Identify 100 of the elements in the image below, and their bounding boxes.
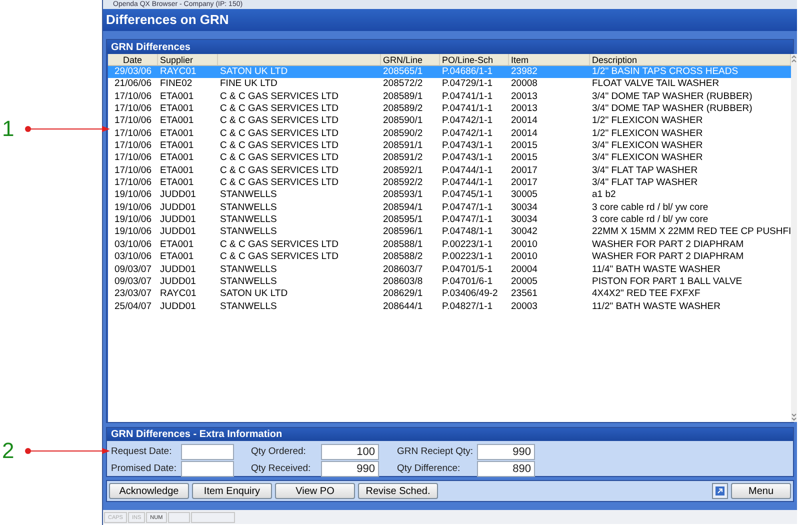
- table-cell-text: 208629/1: [382, 288, 424, 301]
- table-cell-text: 3/4" FLEXICON WASHER: [591, 152, 704, 165]
- scrollbar[interactable]: [791, 54, 798, 422]
- table-cell-text: 20013: [510, 103, 538, 116]
- table-cell-text: P.04743/1-1: [441, 140, 494, 152]
- table-row[interactable]: 19/10/06 JUDD01 STANWELLS 208595/1 P.04747/1-1 30034 3 core cable rd / bl/ yw core: [108, 214, 792, 226]
- table-cell-text: 19/10/06: [114, 189, 152, 202]
- table-row[interactable]: 17/10/06 ETA001 C & C GAS SERVICES LTD 208591/1 P.04743/1-1 20015 3/4" FLEXICON WASHER: [108, 140, 792, 152]
- table-cell-text: WASHER FOR PART 2 DIAPHRAM: [591, 238, 745, 252]
- table-row[interactable]: 19/10/06 JUDD01 STANWELLS 208596/1 P.04748/1-1 30042 22MM X 15MM X 22MM RED TEE CP PUSHFI: [108, 226, 792, 239]
- table-cell-text: 3/4" FLAT TAP WASHER: [591, 164, 699, 178]
- table-row[interactable]: 23/03/07 RAYC01 SATON UK LTD 208629/1 P.03406/49-2 23561 4X4X2" RED TEE FXFXF: [108, 288, 792, 301]
- field-label: Promised Date:: [111, 462, 178, 476]
- table-row[interactable]: 17/10/06 ETA001 C & C GAS SERVICES LTD 208592/1 P.04744/1-1 20017 3/4" FLAT TAP WASHER: [108, 164, 792, 178]
- table-cell-text: 1/2" BASIN TAPS CROSS HEADS: [591, 66, 740, 78]
- table-cell-text: ETA001: [159, 103, 195, 116]
- table-cell-text: P.04742/1-1: [441, 115, 494, 128]
- table-cell-text: 4X4X2" RED TEE FXFXF: [591, 288, 702, 301]
- table-row[interactable]: 21/06/06 FINE02 FINE UK LTD 208572/2 P.04729/1-1 20008 FLOAT VALVE TAIL WASHER: [108, 78, 792, 91]
- table-cell-text: 3/4" FLAT TAP WASHER: [591, 177, 699, 190]
- table-cell-text: 208592/2: [382, 177, 424, 190]
- table-cell-text: P.04741/1-1: [441, 90, 494, 104]
- table-row[interactable]: 17/10/06 ETA001 C & C GAS SERVICES LTD 208590/1 P.04742/1-1 20014 1/2" FLEXICON WASHER: [108, 115, 792, 128]
- table-row[interactable]: 03/10/06 ETA001 C & C GAS SERVICES LTD 208588/1 P.00223/1-1 20010 WASHER FOR PART 2 DIAPHRAM: [108, 238, 792, 252]
- table-cell-text: C & C GAS SERVICES LTD: [219, 152, 340, 165]
- action-button[interactable]: View PO: [275, 483, 355, 499]
- table-cell-text: PISTON FOR PART 1 BALL VALVE: [591, 276, 744, 288]
- input-field[interactable]: 890: [477, 461, 535, 477]
- table-cell-text: P.04743/1-1: [441, 152, 494, 165]
- action-button[interactable]: Acknowledge: [109, 483, 189, 499]
- input-field[interactable]: [181, 461, 234, 477]
- table-cell-text: C & C GAS SERVICES LTD: [219, 90, 340, 104]
- annotation-number: 1: [2, 118, 14, 140]
- field-label: Request Date:: [111, 444, 173, 459]
- table-cell-text: 20017: [510, 164, 538, 178]
- table-cell-text: 19/10/06: [114, 214, 152, 226]
- table-cell-text: 208644/1: [382, 300, 424, 313]
- table-cell-text: P.04748/1-1: [441, 226, 494, 239]
- table-cell-text: STANWELLS: [219, 264, 278, 276]
- table-cell-text: STANWELLS: [219, 202, 278, 214]
- table-row[interactable]: 09/03/07 JUDD01 STANWELLS 208603/7 P.04701/5-1 20004 11/4" BATH WASTE WASHER: [108, 264, 792, 276]
- table-row[interactable]: 17/10/06 ETA001 C & C GAS SERVICES LTD 208590/2 P.04742/1-1 20014 1/2" FLEXICON WASHER: [108, 128, 792, 140]
- table-row[interactable]: 19/10/06 JUDD01 STANWELLS 208594/1 P.04747/1-1 30034 3 core cable rd / bl/ yw core: [108, 202, 792, 214]
- table-cell-text: 20004: [510, 264, 538, 276]
- field-label: Qty Ordered:: [251, 444, 307, 459]
- table-cell-text: P.04701/5-1: [441, 264, 494, 276]
- table-cell-text: ETA001: [159, 90, 195, 104]
- table-cell-text: STANWELLS: [219, 189, 278, 202]
- action-button[interactable]: Revise Sched.: [358, 483, 438, 499]
- table-cell-text: JUDD01: [159, 226, 197, 239]
- column-header[interactable]: Supplier: [158, 54, 218, 65]
- scroll-up-icon[interactable]: [791, 54, 798, 64]
- table-cell-text: STANWELLS: [219, 300, 278, 313]
- table-row[interactable]: 17/10/06 ETA001 C & C GAS SERVICES LTD 208592/2 P.04744/1-1 20017 3/4" FLAT TAP WASHER: [108, 177, 792, 190]
- table-cell-text: 20013: [510, 90, 538, 104]
- field-label: Qty Difference:: [397, 462, 462, 476]
- shortcut-button[interactable]: [712, 483, 728, 499]
- table-cell-text: FINE02: [159, 78, 194, 91]
- table-cell-text: 30034: [510, 214, 538, 226]
- table-cell-text: 03/10/06: [114, 251, 152, 264]
- arrow-icon: [715, 486, 725, 496]
- column-header[interactable]: GRN/Line: [381, 54, 440, 65]
- table-cell-text: C & C GAS SERVICES LTD: [219, 115, 340, 128]
- table-cell-text: a1 b2: [591, 189, 617, 202]
- table-row[interactable]: 25/04/07 JUDD01 STANWELLS 208644/1 P.04827/1-1 20003 11/2" BATH WASTE WASHER: [108, 300, 792, 313]
- table-row[interactable]: 17/10/06 ETA001 C & C GAS SERVICES LTD 208589/2 P.04741/1-1 20013 3/4" DOME TAP WASHER (RUBBER): [108, 103, 792, 116]
- menu-button[interactable]: Menu: [731, 483, 791, 499]
- table-cell-text: 03/10/06: [114, 238, 152, 252]
- table-row[interactable]: 09/03/07 JUDD01 STANWELLS 208603/8 P.04701/6-1 20005 PISTON FOR PART 1 BALL VALVE: [108, 276, 792, 288]
- table-row[interactable]: 17/10/06 ETA001 C & C GAS SERVICES LTD 208589/1 P.04741/1-1 20013 3/4" DOME TAP WASHER (RUBBER): [108, 90, 792, 104]
- annotation-number: 2: [2, 440, 14, 462]
- table-cell-text: 09/03/07: [114, 276, 152, 288]
- table-cell-text: 208595/1: [382, 214, 424, 226]
- table-cell-text: 17/10/06: [114, 115, 152, 128]
- table-cell-text: 208589/1: [382, 90, 424, 104]
- table-cell-text: P.04827/1-1: [441, 300, 494, 313]
- column-header[interactable]: PO/Line-Sch: [440, 54, 509, 65]
- scroll-down-icon[interactable]: [791, 412, 798, 422]
- input-field[interactable]: [181, 444, 234, 460]
- table-row[interactable]: 19/10/06 JUDD01 STANWELLS 208593/1 P.04745/1-1 30005 a1 b2: [108, 189, 792, 202]
- table-cell-text: C & C GAS SERVICES LTD: [219, 238, 340, 252]
- table-cell-text: P.04744/1-1: [441, 177, 494, 190]
- table-cell-text: 3 core cable rd / bl/ yw core: [591, 214, 710, 226]
- input-field[interactable]: 100: [321, 444, 379, 460]
- table-cell-text: P.03406/49-2: [441, 288, 499, 301]
- action-button[interactable]: Item Enquiry: [192, 483, 272, 499]
- table-cell-text: 30034: [510, 202, 538, 214]
- table-cell-text: P.04747/1-1: [441, 202, 494, 214]
- column-header[interactable]: Date: [108, 54, 158, 65]
- input-field[interactable]: 990: [477, 444, 535, 460]
- table-cell-text: C & C GAS SERVICES LTD: [219, 140, 340, 152]
- table-cell-text: WASHER FOR PART 2 DIAPHRAM: [591, 251, 745, 264]
- table-cell-text: P.04729/1-1: [441, 78, 494, 91]
- input-field[interactable]: 990: [321, 461, 379, 477]
- table-cell-text: ETA001: [159, 128, 195, 140]
- table-cell-text: 09/03/07: [114, 264, 152, 276]
- table-row[interactable]: 17/10/06 ETA001 C & C GAS SERVICES LTD 208591/2 P.04743/1-1 20015 3/4" FLEXICON WASHER: [108, 152, 792, 165]
- column-header[interactable]: Item: [509, 54, 590, 65]
- page-title: Differences on GRN: [106, 11, 229, 30]
- table-row[interactable]: 03/10/06 ETA001 C & C GAS SERVICES LTD 208588/2 P.00223/1-1 20010 WASHER FOR PART 2 DIAPHRAM: [108, 251, 792, 264]
